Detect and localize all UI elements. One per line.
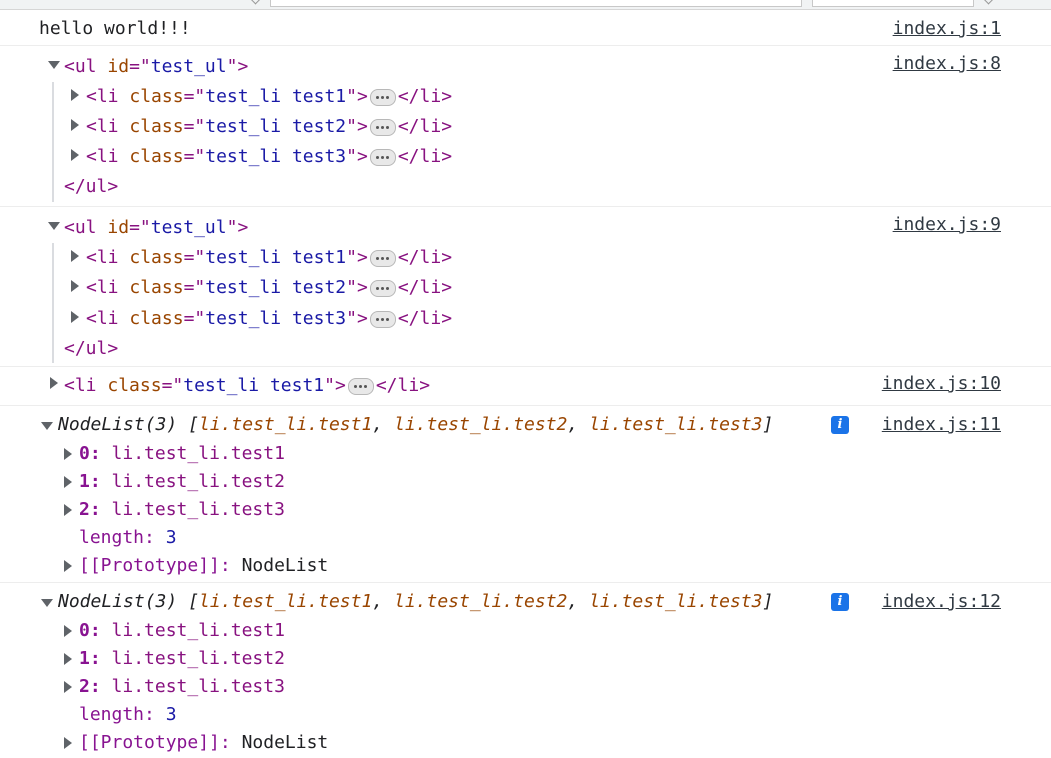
li-node[interactable]: <li class="test_li test3"> </li> xyxy=(86,144,452,170)
console-message: hello world!!! index.js:1 xyxy=(0,11,1051,46)
length-property: length: 3 xyxy=(79,704,177,725)
source-link[interactable]: index.js:10 xyxy=(882,371,1001,397)
nodelist-entry[interactable]: 1: li.test_li.test2 xyxy=(79,469,285,495)
console-message: NodeList(3) [li.test_li.test1, li.test_l… xyxy=(0,583,1051,758)
li-node[interactable]: <li class="test_li test1"> </li> xyxy=(86,245,452,271)
expand-triangle-icon[interactable] xyxy=(64,681,72,693)
expand-triangle-icon[interactable] xyxy=(64,625,72,637)
li-node[interactable]: <li class="test_li test1"> </li> xyxy=(86,84,452,110)
toolbar-chevron-icon[interactable] xyxy=(983,0,994,5)
ul-open-tag[interactable]: <ul id="test_ul"> xyxy=(64,215,248,241)
console-toolbar-strip xyxy=(0,0,1051,10)
collapse-triangle-icon[interactable] xyxy=(48,222,60,230)
ul-open-tag[interactable]: <ul id="test_ul"> xyxy=(64,54,248,80)
expand-triangle-icon[interactable] xyxy=(64,504,72,516)
ellipsis-icon[interactable] xyxy=(369,279,396,297)
nodelist-entry[interactable]: 2: li.test_li.test3 xyxy=(79,497,285,523)
ul-close-tag: </ul> xyxy=(64,338,119,359)
nodelist-entry[interactable]: 1: li.test_li.test2 xyxy=(79,646,285,672)
source-link[interactable]: index.js:11 xyxy=(882,412,1001,438)
expand-triangle-icon[interactable] xyxy=(71,280,79,292)
info-icon[interactable]: i xyxy=(831,416,849,434)
li-node[interactable]: <li class="test_li test3"> </li> xyxy=(86,306,452,332)
console-filter-input[interactable] xyxy=(270,0,802,7)
length-property: length: 3 xyxy=(79,527,177,548)
collapse-triangle-icon[interactable] xyxy=(41,599,53,607)
li-node[interactable]: <li class="test_li test2"> </li> xyxy=(86,275,452,301)
console-message: <li class="test_li test1"> </li> index.js… xyxy=(0,367,1051,406)
expand-triangle-icon[interactable] xyxy=(71,89,79,101)
ellipsis-icon[interactable] xyxy=(369,249,396,267)
source-link[interactable]: index.js:1 xyxy=(893,16,1001,42)
log-text: hello world!!! xyxy=(39,18,191,39)
tree-guide xyxy=(52,82,54,202)
console-message: <ul id="test_ul"> index.js:9 <li class="… xyxy=(0,207,1051,367)
expand-triangle-icon[interactable] xyxy=(64,476,72,488)
expand-triangle-icon[interactable] xyxy=(71,149,79,161)
ellipsis-icon[interactable] xyxy=(369,118,396,136)
prototype-property[interactable]: [[Prototype]]: NodeList xyxy=(79,553,328,579)
nodelist-entry[interactable]: 0: li.test_li.test1 xyxy=(79,441,285,467)
source-link[interactable]: index.js:12 xyxy=(882,589,1001,615)
nodelist-entry[interactable]: 2: li.test_li.test3 xyxy=(79,674,285,700)
expand-triangle-icon[interactable] xyxy=(64,653,72,665)
li-node[interactable]: <li class="test_li test2"> </li> xyxy=(86,114,452,140)
log-level-select[interactable] xyxy=(812,0,974,7)
nodelist-summary[interactable]: NodeList(3) [li.test_li.test1, li.test_l… xyxy=(58,589,773,615)
source-link[interactable]: index.js:8 xyxy=(893,51,1001,77)
console-message: NodeList(3) [li.test_li.test1, li.test_l… xyxy=(0,406,1051,583)
ul-close-tag: </ul> xyxy=(64,176,119,197)
console-message: <ul id="test_ul"> index.js:8 <li class="… xyxy=(0,46,1051,207)
info-icon[interactable]: i xyxy=(831,593,849,611)
prototype-property[interactable]: [[Prototype]]: NodeList xyxy=(79,730,328,756)
expand-triangle-icon[interactable] xyxy=(50,377,58,389)
tree-guide xyxy=(52,243,54,363)
expand-triangle-icon[interactable] xyxy=(71,119,79,131)
collapse-triangle-icon[interactable] xyxy=(48,61,60,69)
nodelist-entry[interactable]: 0: li.test_li.test1 xyxy=(79,618,285,644)
li-node[interactable]: <li class="test_li test1"> </li> xyxy=(64,373,430,399)
expand-triangle-icon[interactable] xyxy=(64,448,72,460)
ellipsis-icon[interactable] xyxy=(369,310,396,328)
expand-triangle-icon[interactable] xyxy=(71,311,79,323)
ellipsis-icon[interactable] xyxy=(369,88,396,106)
nodelist-summary[interactable]: NodeList(3) [li.test_li.test1, li.test_l… xyxy=(58,412,773,438)
collapse-triangle-icon[interactable] xyxy=(41,422,53,430)
expand-triangle-icon[interactable] xyxy=(64,737,72,749)
source-link[interactable]: index.js:9 xyxy=(893,212,1001,238)
expand-triangle-icon[interactable] xyxy=(64,560,72,572)
expand-triangle-icon[interactable] xyxy=(71,250,79,262)
ellipsis-icon[interactable] xyxy=(347,377,374,395)
toolbar-chevron-icon[interactable] xyxy=(250,0,261,5)
ellipsis-icon[interactable] xyxy=(369,148,396,166)
